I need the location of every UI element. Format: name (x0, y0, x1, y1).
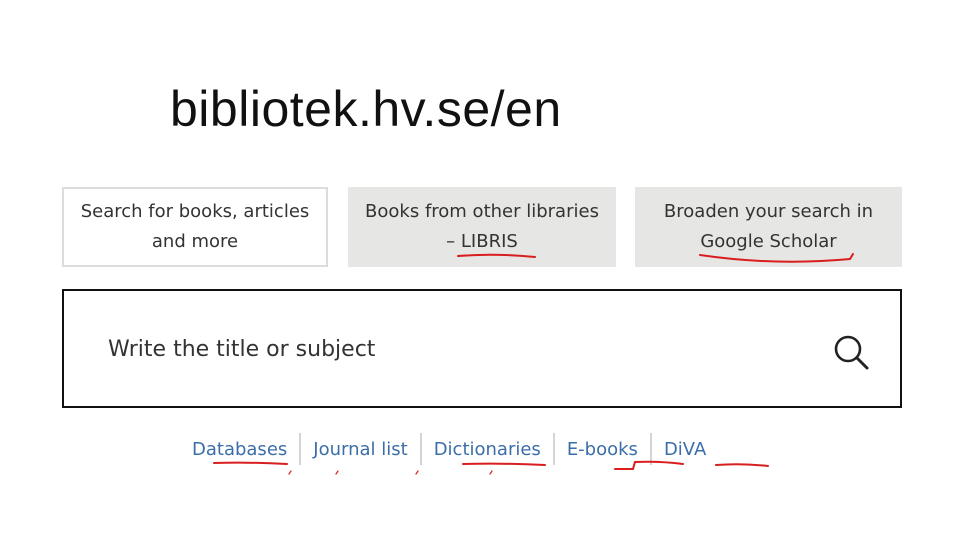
search-button[interactable] (832, 333, 872, 373)
link-databases[interactable]: Databases (180, 439, 299, 460)
quick-links: Databases Journal list Dictionaries E-bo… (180, 433, 718, 465)
tab-label-line1: Search for books, articles (80, 201, 310, 222)
slide-title: bibliotek.hv.se/en (170, 81, 562, 137)
search-input[interactable] (108, 327, 788, 371)
tab-label-line2: Google Scholar (700, 231, 837, 252)
tab-search-books-articles[interactable]: Search for books, articles and more (62, 187, 328, 267)
ink-tick (415, 470, 419, 475)
tab-libris[interactable]: Books from other libraries – LIBRIS (348, 187, 616, 267)
underline-diva (715, 463, 769, 467)
search-icon (834, 335, 869, 370)
link-diva[interactable]: DiVA (652, 439, 718, 460)
search-box (62, 289, 902, 408)
tab-label-line2: and more (151, 231, 239, 252)
link-dictionaries[interactable]: Dictionaries (422, 439, 553, 460)
ink-tick (335, 470, 339, 475)
link-journal-list[interactable]: Journal list (301, 439, 419, 460)
tab-label-line2: – LIBRIS (446, 231, 518, 252)
ink-tick (288, 470, 292, 475)
tab-google-scholar[interactable]: Broaden your search in Google Scholar (635, 187, 902, 267)
ink-tick (489, 470, 493, 475)
link-e-books[interactable]: E-books (555, 439, 650, 460)
tab-label-line1: Books from other libraries (365, 201, 599, 222)
tab-label-line1: Broaden your search in (663, 201, 874, 222)
